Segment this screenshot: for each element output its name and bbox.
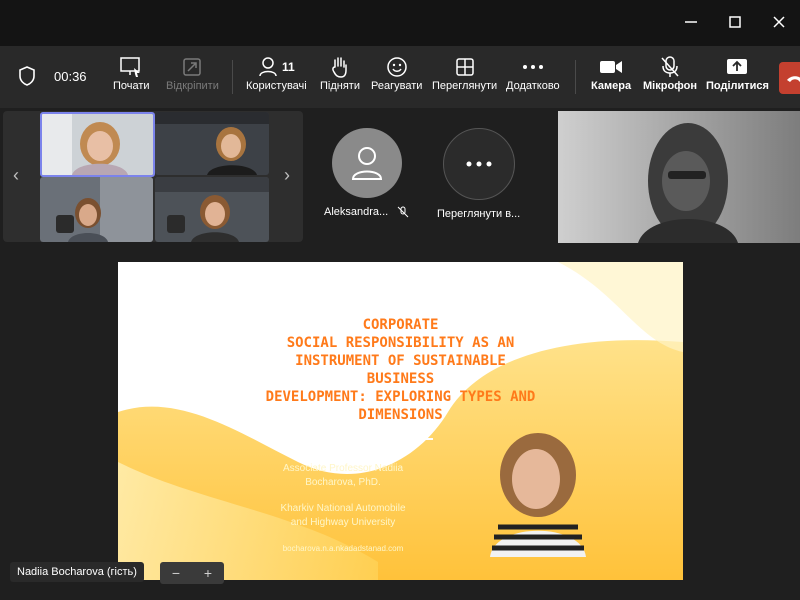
more-icon <box>522 54 544 80</box>
view-button[interactable]: Переглянути <box>432 54 497 92</box>
slide-email: bocharova.n.a.nkadadstanad.com <box>282 544 404 553</box>
meeting-timer: 00:36 <box>54 69 87 84</box>
shared-screen: CORPORATE SOCIAL RESPONSIBILITY AS AN IN… <box>118 262 683 580</box>
leave-button[interactable] <box>779 62 800 94</box>
zoom-out-button[interactable]: − <box>172 565 180 581</box>
record-button[interactable]: Почати <box>113 54 150 92</box>
presenter-photo <box>490 433 586 557</box>
minimize-button[interactable] <box>676 8 706 36</box>
shield-icon[interactable] <box>18 66 36 91</box>
more-label: Додатково <box>506 80 560 92</box>
raise-hand-button[interactable]: Підняти <box>320 54 360 92</box>
title-bar <box>0 0 800 46</box>
more-button[interactable]: Додатково <box>506 54 560 92</box>
maximize-icon <box>729 16 741 28</box>
camera-label: Камера <box>591 80 632 92</box>
participant-video-4[interactable] <box>155 177 269 242</box>
camera-feed-image <box>558 111 800 243</box>
view-label: Переглянути <box>432 80 498 92</box>
person-icon <box>351 147 382 180</box>
presenter-name-label: Nadiia Bocharova (гість) <box>10 562 144 582</box>
react-icon <box>386 54 408 80</box>
record-icon <box>119 54 143 80</box>
raise-hand-label: Підняти <box>320 80 360 92</box>
participant-video-2[interactable] <box>155 112 269 175</box>
participant-video-image <box>155 177 269 242</box>
participant-name: Aleksandra... <box>324 206 409 218</box>
camera-button[interactable]: Камера <box>591 54 631 92</box>
view-icon <box>455 54 475 80</box>
participant-video-image <box>42 114 153 175</box>
participant-video-image <box>155 112 269 175</box>
slide-author: Associate Professor Nadiia Bocharova, Ph… <box>282 463 404 488</box>
unpin-button[interactable]: Відкріпити <box>166 54 219 92</box>
toolbar-divider <box>575 60 576 94</box>
slide-title: CORPORATE SOCIAL RESPONSIBILITY AS AN IN… <box>265 317 536 423</box>
close-button[interactable] <box>764 8 794 36</box>
mic-button[interactable]: Мікрофон <box>643 54 697 92</box>
zoom-control: − + <box>160 562 224 584</box>
participant-video-3[interactable] <box>40 177 153 242</box>
view-all-button[interactable] <box>442 128 515 200</box>
avatar <box>331 128 402 198</box>
share-icon <box>726 54 748 80</box>
maximize-button[interactable] <box>720 8 750 36</box>
participant-tile-aleksandra[interactable]: Aleksandra... <box>324 128 409 218</box>
close-icon <box>773 16 785 28</box>
strip-next-arrow[interactable]: › <box>284 165 290 186</box>
react-button[interactable]: Реагувати <box>371 54 422 92</box>
view-all-label: Переглянути в... <box>437 208 521 220</box>
strip-prev-arrow[interactable]: ‹ <box>13 165 19 186</box>
participant-video-1[interactable] <box>40 112 155 177</box>
participant-video-image <box>40 177 153 242</box>
participant-camera-large[interactable] <box>558 111 800 243</box>
people-label: Користувачі <box>246 80 307 92</box>
share-label: Поділитися <box>706 80 769 92</box>
meeting-toolbar: 00:36 Почати Відкріпити 11 Користувачі П… <box>0 46 800 108</box>
mic-label: Мікрофон <box>643 80 698 92</box>
zoom-in-button[interactable]: + <box>204 565 212 581</box>
record-label: Почати <box>113 80 150 92</box>
share-button[interactable]: Поділитися <box>706 54 769 92</box>
minimize-icon <box>685 21 697 23</box>
raise-hand-icon <box>329 54 351 80</box>
toolbar-divider <box>232 60 233 94</box>
unpin-label: Відкріпити <box>166 80 219 92</box>
participant-strip: ‹ › <box>3 111 303 242</box>
react-label: Реагувати <box>371 80 423 92</box>
mic-off-icon <box>659 54 681 80</box>
more-icon <box>466 161 492 167</box>
people-button[interactable]: 11 Користувачі <box>246 54 307 92</box>
people-icon: 11 <box>258 54 295 80</box>
unpin-icon <box>181 54 203 80</box>
muted-mic-icon <box>397 206 409 218</box>
camera-icon <box>599 54 623 80</box>
slide-university: Kharkiv National Automobile and Highway … <box>280 503 406 528</box>
phone-hangup-icon <box>787 76 800 82</box>
people-count: 11 <box>282 60 295 74</box>
view-all-tile[interactable]: Переглянути в... <box>437 128 520 220</box>
